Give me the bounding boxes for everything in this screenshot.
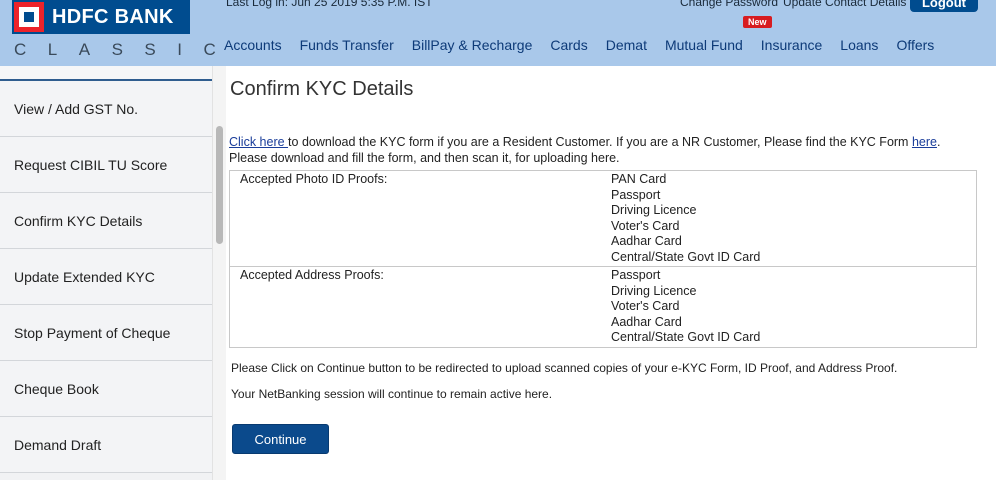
sidebar-item-cheque-book[interactable]: Cheque Book: [0, 361, 212, 417]
logout-button[interactable]: Logout: [910, 0, 978, 12]
logo-name: HDFC BANK: [52, 5, 174, 28]
photo-proofs-row: Accepted Photo ID Proofs: PAN Card Passp…: [230, 171, 976, 267]
kyc-intro: Click here to download the KYC form if y…: [229, 134, 979, 166]
nav-funds-transfer[interactable]: Funds Transfer: [300, 36, 394, 56]
intro-line2: Please download and fill the form, and t…: [229, 151, 620, 165]
list-item: Central/State Govt ID Card: [611, 249, 761, 264]
list-item: Passport: [611, 268, 661, 282]
address-proofs-row: Accepted Address Proofs: Passport Drivin…: [230, 267, 976, 347]
logo-banner: HDFC BANK: [12, 0, 190, 34]
nav-loans[interactable]: Loans: [840, 36, 878, 56]
list-item: Driving Licence: [611, 283, 697, 298]
sidebar-item-cibil[interactable]: Request CIBIL TU Score: [0, 137, 212, 193]
address-proofs-list: Passport Driving Licence Voter's Card Aa…: [611, 267, 976, 347]
photo-proofs-list: PAN Card Passport Driving Licence Voter'…: [611, 171, 976, 266]
page-title: Confirm KYC Details: [230, 78, 414, 100]
list-item: Central/State Govt ID Card: [611, 330, 761, 344]
nr-kyc-form-link[interactable]: here: [912, 135, 937, 149]
list-item: PAN Card: [611, 172, 667, 186]
bank-logo[interactable]: HDFC BANK CLASSIC: [10, 0, 216, 62]
nav-accounts[interactable]: Accounts: [224, 36, 282, 56]
main-nav: Accounts Funds Transfer BillPay & Rechar…: [224, 36, 934, 56]
session-note: Your NetBanking session will continue to…: [231, 387, 553, 401]
list-item: Voter's Card: [611, 218, 680, 233]
nav-offers[interactable]: Offers: [896, 36, 934, 56]
nav-demat[interactable]: Demat: [606, 36, 647, 56]
proofs-table: Accepted Photo ID Proofs: PAN Card Passp…: [229, 170, 977, 348]
sidebar-item-stop-payment[interactable]: Stop Payment of Cheque: [0, 305, 212, 361]
list-item: Aadhar Card: [611, 314, 682, 329]
last-login-text: Last Log in: Jun 25 2019 5:35 P.M. IST: [226, 0, 433, 9]
new-badge: New: [743, 16, 772, 28]
sidebar-item-demand-draft[interactable]: Demand Draft: [0, 417, 212, 473]
sidebar-item-confirm-kyc[interactable]: Confirm KYC Details: [0, 193, 212, 249]
sidebar-top-rule: [0, 66, 212, 81]
list-item: Passport: [611, 187, 661, 202]
continue-button[interactable]: Continue: [232, 424, 329, 454]
redirect-note: Please Click on Continue button to be re…: [231, 361, 898, 375]
list-item: Aadhar Card: [611, 234, 682, 248]
top-header: HDFC BANK CLASSIC Last Log in: Jun 25 20…: [0, 0, 996, 66]
intro-period: .: [936, 135, 941, 149]
sidebar-item-extended-kyc[interactable]: Update Extended KYC: [0, 249, 212, 305]
nav-billpay-recharge[interactable]: BillPay & Recharge: [412, 36, 533, 56]
address-proofs-label: Accepted Address Proofs:: [240, 268, 384, 282]
sidebar-scroll-thumb[interactable]: [216, 126, 223, 244]
list-item: Driving Licence: [611, 203, 697, 217]
nav-insurance[interactable]: Insurance: [761, 36, 822, 56]
hdfc-logo-icon: [14, 2, 44, 32]
photo-proofs-label: Accepted Photo ID Proofs:: [240, 172, 388, 186]
list-item: Voter's Card: [611, 299, 680, 313]
sidebar-item-gst[interactable]: View / Add GST No.: [0, 81, 212, 137]
nav-mutual-fund[interactable]: Mutual Fund: [665, 36, 743, 56]
update-contact-link[interactable]: Update Contact Details: [783, 0, 906, 9]
nav-cards[interactable]: Cards: [550, 36, 587, 56]
intro-text: to download the KYC form if you are a Re…: [288, 135, 912, 149]
click-here-link[interactable]: Click here: [229, 135, 288, 149]
change-password-link[interactable]: Change Password: [680, 0, 778, 9]
logo-subtitle: CLASSIC: [14, 40, 238, 59]
